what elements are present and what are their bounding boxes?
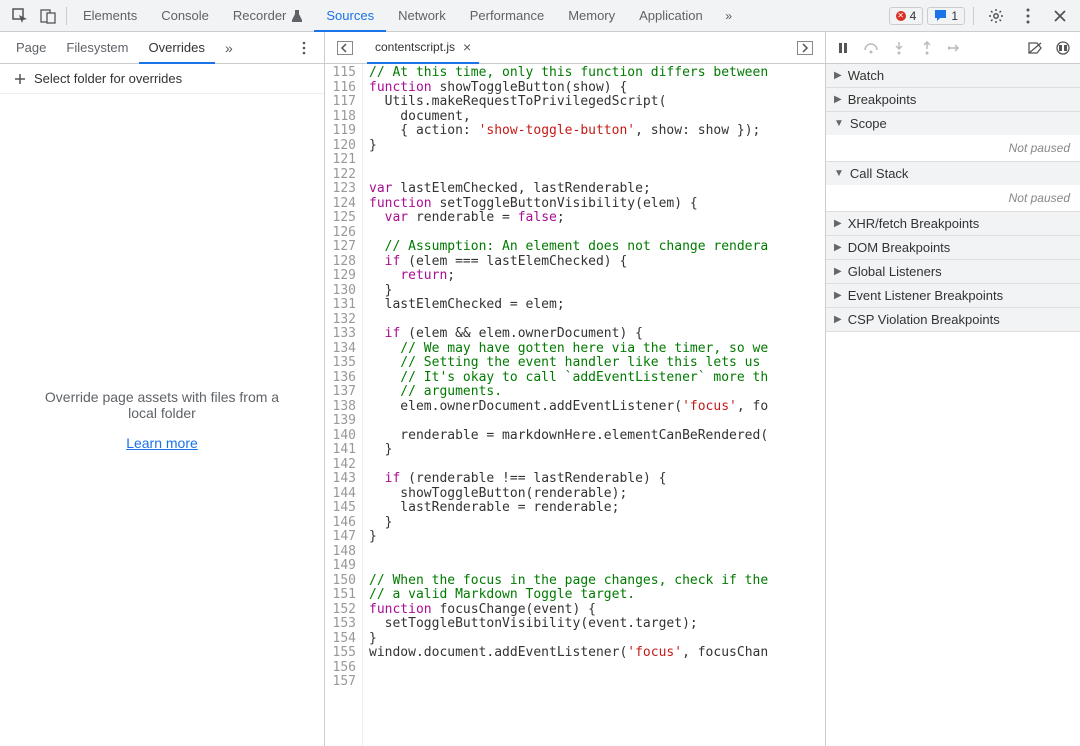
kebab-icon[interactable]: [1014, 2, 1042, 30]
debugger-toolbar: [826, 32, 1080, 64]
message-icon: [934, 9, 947, 22]
tab-console[interactable]: Console: [149, 0, 221, 32]
section-callstack: ▼Call Stack Not paused: [826, 162, 1080, 212]
close-tab-icon[interactable]: ×: [463, 39, 471, 55]
step-into-icon[interactable]: [888, 37, 910, 59]
dom-header[interactable]: ▶DOM Breakpoints: [826, 236, 1080, 259]
pause-icon[interactable]: [832, 37, 854, 59]
section-csp: ▶CSP Violation Breakpoints: [826, 308, 1080, 332]
navigator-panel: Page Filesystem Overrides » Select folde…: [0, 32, 325, 746]
section-event: ▶Event Listener Breakpoints: [826, 284, 1080, 308]
close-icon[interactable]: [1046, 2, 1074, 30]
file-tab-contentscript[interactable]: contentscript.js ×: [367, 32, 479, 64]
tab-filesystem[interactable]: Filesystem: [56, 32, 138, 64]
message-count-badge[interactable]: 1: [927, 7, 965, 25]
toggle-debugger-icon[interactable]: [791, 34, 819, 62]
pause-on-exceptions-icon[interactable]: [1052, 37, 1074, 59]
toggle-navigator-icon[interactable]: [331, 34, 359, 62]
tab-page[interactable]: Page: [6, 32, 56, 64]
learn-more-link[interactable]: Learn more: [126, 435, 198, 451]
line-number-gutter[interactable]: 115 116 117 118 119 120 121 122 123 124 …: [325, 64, 363, 746]
empty-message: Override page assets with files from a l…: [30, 389, 294, 421]
tab-sources[interactable]: Sources: [314, 0, 386, 32]
nav-kebab-icon[interactable]: [290, 34, 318, 62]
tab-memory[interactable]: Memory: [556, 0, 627, 32]
devtools-toolbar: Elements Console Recorder Sources Networ…: [0, 0, 1080, 32]
file-name: contentscript.js: [375, 40, 455, 54]
tab-performance[interactable]: Performance: [458, 0, 556, 32]
xhr-header[interactable]: ▶XHR/fetch Breakpoints: [826, 212, 1080, 235]
global-header[interactable]: ▶Global Listeners: [826, 260, 1080, 283]
tab-overrides[interactable]: Overrides: [139, 32, 215, 64]
callstack-header[interactable]: ▼Call Stack: [826, 162, 1080, 185]
section-scope: ▼Scope Not paused: [826, 112, 1080, 162]
scope-header[interactable]: ▼Scope: [826, 112, 1080, 135]
section-global: ▶Global Listeners: [826, 260, 1080, 284]
more-nav-tabs-icon[interactable]: »: [215, 34, 243, 62]
deactivate-breakpoints-icon[interactable]: [1024, 37, 1046, 59]
flask-icon: [292, 10, 302, 22]
device-icon[interactable]: [34, 2, 62, 30]
overrides-empty-state: Override page assets with files from a l…: [0, 94, 324, 746]
section-dom: ▶DOM Breakpoints: [826, 236, 1080, 260]
editor-panel: contentscript.js × 115 116 117 118 119 1…: [325, 32, 825, 746]
code-editor[interactable]: // At this time, only this function diff…: [363, 64, 825, 746]
section-watch: ▶Watch: [826, 64, 1080, 88]
plus-icon: [14, 73, 26, 85]
debugger-panel: ▶Watch ▶Breakpoints ▼Scope Not paused ▼C…: [825, 32, 1080, 746]
error-count-badge[interactable]: ✕4: [889, 7, 924, 25]
tab-elements[interactable]: Elements: [71, 0, 149, 32]
event-header[interactable]: ▶Event Listener Breakpoints: [826, 284, 1080, 307]
breakpoints-header[interactable]: ▶Breakpoints: [826, 88, 1080, 111]
watch-header[interactable]: ▶Watch: [826, 64, 1080, 87]
csp-header[interactable]: ▶CSP Violation Breakpoints: [826, 308, 1080, 331]
section-breakpoints: ▶Breakpoints: [826, 88, 1080, 112]
step-icon[interactable]: [944, 37, 966, 59]
select-folder-button[interactable]: Select folder for overrides: [0, 64, 324, 94]
tab-network[interactable]: Network: [386, 0, 458, 32]
tab-application[interactable]: Application: [627, 0, 715, 32]
inspect-icon[interactable]: [6, 2, 34, 30]
more-tabs-icon[interactable]: »: [715, 2, 743, 30]
scope-not-paused: Not paused: [826, 135, 1080, 161]
callstack-not-paused: Not paused: [826, 185, 1080, 211]
step-over-icon[interactable]: [860, 37, 882, 59]
main-tabs: Elements Console Recorder Sources Networ…: [71, 0, 889, 32]
section-xhr: ▶XHR/fetch Breakpoints: [826, 212, 1080, 236]
step-out-icon[interactable]: [916, 37, 938, 59]
gear-icon[interactable]: [982, 2, 1010, 30]
tab-recorder[interactable]: Recorder: [221, 0, 314, 32]
